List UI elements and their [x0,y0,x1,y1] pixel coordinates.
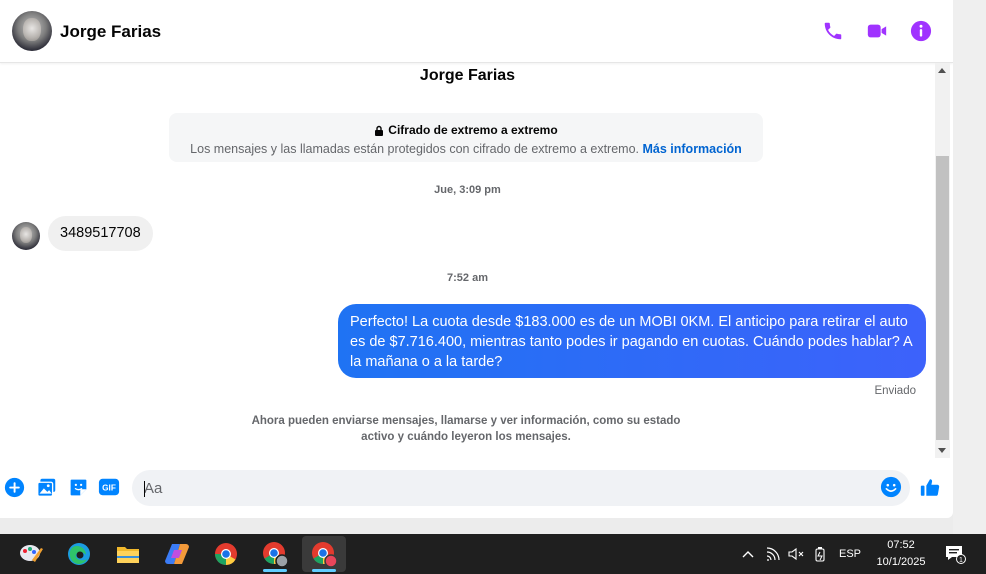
sticker-icon[interactable] [67,476,89,498]
sender-avatar[interactable] [12,222,40,250]
lock-icon [375,125,384,136]
conversation-profile-name: Jorge Farias [419,67,516,84]
text-caret [144,481,145,497]
conversation-area: Jorge Farias Cifrado de extremo a extrem… [0,63,935,458]
windows-taskbar: ESP 07:52 10/1/2025 1 [0,534,986,574]
sent-status: Enviado [874,385,916,397]
clock-time: 07:52 [887,539,915,551]
chat-header: Jorge Farias [0,0,953,63]
contact-name[interactable]: Jorge Farias [60,22,161,42]
message-composer: GIF [0,462,953,514]
message-timestamp: Jue, 3:09 pm [434,184,501,196]
battery-icon[interactable] [810,534,830,574]
scroll-up-arrow[interactable] [938,68,946,73]
gif-label: GIF [102,484,116,493]
paint-app-icon[interactable] [9,536,53,572]
wifi-icon[interactable] [764,534,784,574]
contact-avatar[interactable] [12,11,52,51]
chevron-up-icon[interactable] [739,534,757,574]
encryption-notice: Cifrado de extremo a extremo Los mensaje… [169,113,763,162]
encryption-title: Cifrado de extremo a extremo [388,123,558,137]
speaker-muted-icon[interactable] [786,534,806,574]
copilot-icon[interactable] [155,536,199,572]
phone-icon[interactable] [821,19,845,43]
emoji-icon[interactable] [880,476,902,498]
scroll-down-arrow[interactable] [938,448,946,453]
chrome-profile-active-icon[interactable] [302,536,346,572]
like-thumbs-up-icon[interactable] [919,476,941,498]
scroll-thumb[interactable] [936,156,949,440]
conversation-scrollbar[interactable] [935,63,950,458]
plus-icon[interactable] [3,476,25,498]
incoming-message[interactable]: 3489517708 [48,216,153,251]
gif-icon[interactable]: GIF [98,476,120,498]
file-explorer-icon[interactable] [106,536,150,572]
image-icon[interactable] [35,476,57,498]
browser-edge [953,0,986,534]
chrome-icon[interactable] [204,536,248,572]
messenger-window: Jorge Farias Jorge Farias Cifrado de ext… [0,0,953,518]
encryption-description: Los mensajes y las llamadas están proteg… [190,142,640,156]
connection-info-note: Ahora pueden enviarse mensajes, llamarse… [251,415,681,443]
outgoing-message[interactable]: Perfecto! La cuota desde $183.000 es de … [338,304,926,378]
message-input[interactable] [132,470,910,506]
notification-count: 1 [959,557,963,564]
message-timestamp: 7:52 am [447,272,488,284]
clock-date: 10/1/2025 [876,556,926,568]
edge-browser-icon[interactable] [57,536,101,572]
notification-icon[interactable]: 1 [942,534,968,574]
language-indicator[interactable]: ESP [836,534,864,574]
more-info-link[interactable]: Más información [643,142,742,156]
video-camera-icon[interactable] [865,19,889,43]
taskbar-clock[interactable]: 07:52 10/1/2025 [868,537,934,571]
info-icon[interactable] [909,19,933,43]
chrome-profile-icon[interactable] [253,536,297,572]
